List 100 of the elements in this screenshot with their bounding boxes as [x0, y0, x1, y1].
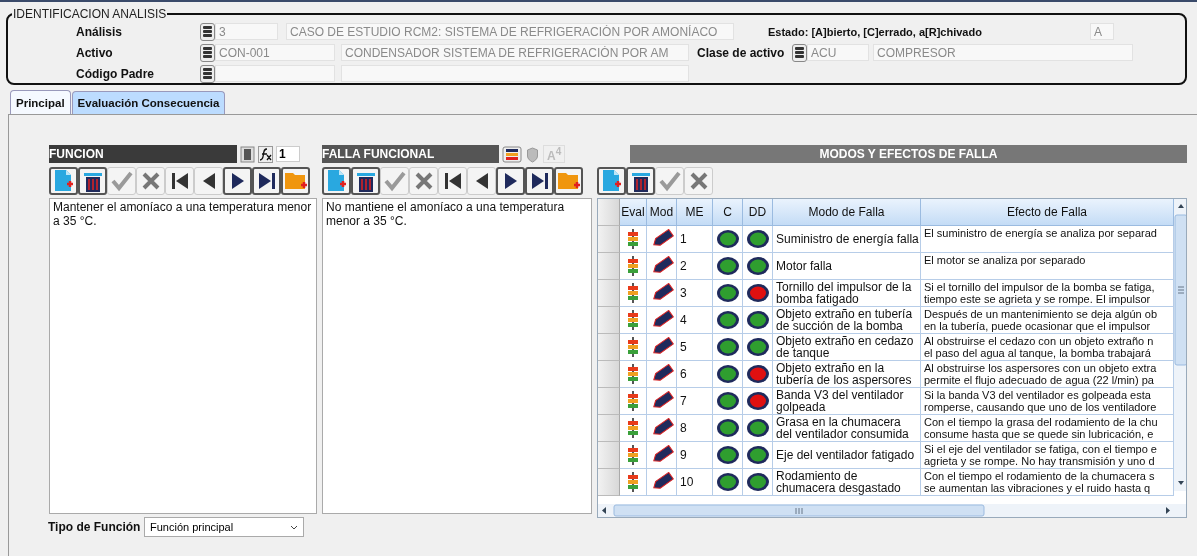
table-cell-text: Banda V3 del ventilador golpeada	[775, 389, 905, 413]
column-header[interactable]: C	[713, 199, 743, 226]
tab[interactable]: Evaluación Consecuencia	[71, 91, 226, 114]
type-dropdown[interactable]: Función principal	[144, 517, 304, 537]
tab[interactable]: Principal	[10, 90, 71, 114]
column-header[interactable]: Modo de Falla	[773, 199, 921, 226]
checkmark-icon	[658, 170, 681, 192]
field-label: Clase de activo	[697, 45, 786, 60]
first-record-icon	[169, 171, 190, 191]
number-field[interactable]: 1	[276, 146, 300, 162]
field-label: Estado: [A]bierto, [C]errado, a[R]chivado	[768, 25, 983, 38]
field-label: Activo	[76, 45, 114, 60]
folder-button[interactable]	[554, 167, 583, 195]
table-cell-text: Si la banda V3 del ventilador es golpeada esta romperse, causando que uno de los ventiladore	[923, 389, 1157, 413]
code-field[interactable]	[215, 65, 335, 82]
table-cell-text: Eje del ventilador fatigado	[775, 449, 915, 461]
lookup-button[interactable]	[792, 43, 807, 62]
lookup-button[interactable]	[200, 64, 215, 83]
table-cell-text: Con el tiempo el rodamiento de la chumacera s se aumentan las vibraciones y el ruido hasta q	[923, 470, 1155, 494]
table-cell-text: 2	[679, 260, 687, 272]
new-document-icon	[600, 169, 623, 193]
checkmark-icon	[383, 170, 406, 192]
new-document-icon	[325, 169, 348, 193]
table-cell-text: Al obstruirse los aspersores con un objeto extra permite el flujo adecuado de agua (22 l/min) pa	[923, 362, 1157, 386]
field-label: Tipo de Función	[48, 520, 140, 534]
close-icon	[140, 171, 161, 191]
last-button[interactable]	[252, 167, 281, 195]
table-cell-text: Objeto extraño en tubería de succión de la bomba	[775, 308, 914, 332]
lookup-button[interactable]	[200, 43, 215, 62]
column-header[interactable]: Mod	[647, 199, 677, 226]
priority-bars-icon	[627, 418, 639, 438]
folder-add-icon	[556, 170, 581, 192]
new-document-icon	[52, 169, 75, 193]
field-label: Análisis	[76, 24, 124, 39]
checkmark-icon	[110, 170, 133, 192]
priority-bars-icon	[627, 337, 639, 357]
next-button[interactable]	[223, 167, 252, 195]
table-cell-text: Objeto extraño en cedazo de tanque	[775, 335, 915, 359]
table-cell-text: 6	[679, 368, 687, 380]
vertical-scrollbar[interactable]	[1174, 199, 1186, 491]
function-icon[interactable]	[258, 145, 273, 163]
table-cell-text: Suministro de energía falla	[775, 233, 919, 245]
column-header[interactable]: DD	[743, 199, 773, 226]
failure-text[interactable]: No mantiene el amoníaco a una temperatura menor a 35 °C.	[322, 198, 592, 514]
folder-add-icon	[283, 170, 308, 192]
function-text[interactable]: Mantener el amoníaco a una temperatura menor a 35 °C.	[49, 198, 317, 514]
chevron-down-icon	[290, 524, 298, 530]
delete-button[interactable]	[351, 167, 380, 195]
close-icon	[413, 171, 434, 191]
document-icon[interactable]	[240, 145, 255, 163]
row-header	[598, 199, 620, 226]
priority-bars-icon	[627, 445, 639, 465]
field-label: Código Padre	[76, 66, 155, 81]
description-field[interactable]	[341, 65, 689, 82]
column-header[interactable]: Efecto de Falla	[921, 199, 1174, 226]
last-record-icon	[529, 171, 550, 191]
new-button[interactable]	[49, 167, 78, 195]
table-cell-text: Después de un mantenimiento se deja algún ob en la tubería, puede ocasionar que el impulsor	[923, 308, 1157, 332]
close-icon	[688, 171, 709, 191]
table-cell-text: Objeto extraño en la tubería de los aspersores	[775, 362, 913, 386]
priority-bars-icon	[627, 283, 639, 303]
delete-button[interactable]	[626, 167, 655, 195]
table-cell-text: 7	[679, 395, 687, 407]
table-cell-text: Al obstruirse el cedazo con un objeto extraño n el paso del agua al tanque, la bomba trabajará	[923, 335, 1154, 359]
section-header: MODOS Y EFECTOS DE FALLA	[629, 145, 1187, 163]
priority-bars-icon	[627, 472, 639, 492]
priority-bars-icon	[627, 391, 639, 411]
column-header[interactable]: ME	[677, 199, 713, 226]
table-cell-text: 10	[679, 476, 694, 488]
stack-icon[interactable]	[502, 145, 522, 163]
last-record-icon	[256, 171, 277, 191]
section-header: FALLA FUNCIONAL	[322, 145, 499, 163]
table-cell-text: 1	[679, 233, 687, 245]
table-cell-text: 9	[679, 449, 687, 461]
table-cell-text: El suministro de energía se analiza por separad	[923, 227, 1157, 239]
folder-button[interactable]	[281, 167, 310, 195]
section-header: FUNCION	[49, 145, 237, 163]
table-cell-text: Rodamiento de chumacera desgastado	[775, 470, 902, 494]
table-cell-text: 8	[679, 422, 687, 434]
table-cell-text: Si el eje del ventilador se fatiga, con el tiempo e agrieta y se rompe. No hay transmisión y uno d	[923, 443, 1157, 467]
priority-bars-icon	[627, 229, 639, 249]
new-button[interactable]	[597, 167, 626, 195]
horizontal-scrollbar[interactable]	[598, 504, 1186, 517]
new-button[interactable]	[322, 167, 351, 195]
table-cell-text: El motor se analiza por separado	[923, 254, 1086, 266]
priority-bars-icon	[627, 310, 639, 330]
lookup-button[interactable]	[200, 22, 215, 41]
delete-button[interactable]	[78, 167, 107, 195]
priority-bars-icon	[627, 256, 639, 276]
first-record-icon	[442, 171, 463, 191]
table-cell-text: Motor falla	[775, 260, 833, 272]
table-cell-text: Grasa en la chumacera del ventilador consumida	[775, 416, 910, 440]
last-button[interactable]	[525, 167, 554, 195]
table-cell-text: Si el tornillo del impulsor de la bomba se fatiga, tiempo este se agrieta y se rompe. El impulsor	[923, 281, 1155, 305]
next-button[interactable]	[496, 167, 525, 195]
column-header[interactable]: Eval	[620, 199, 647, 226]
table-cell-text: 5	[679, 341, 687, 353]
priority-bars-icon	[627, 364, 639, 384]
table-cell-text: 4	[679, 314, 687, 326]
table-cell-text: Con el tiempo la grasa del rodamiento de la chu consume hasta que se quede sin lubricación, e	[923, 416, 1158, 440]
